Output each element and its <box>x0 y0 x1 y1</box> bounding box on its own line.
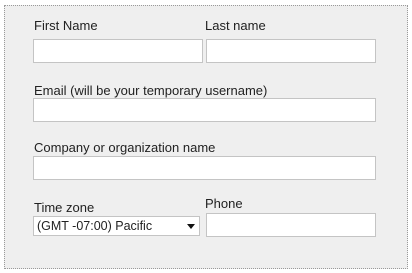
company-input[interactable] <box>33 156 376 180</box>
email-label: Email (will be your temporary username) <box>34 83 268 98</box>
signup-form: First Name Last name Email (will be your… <box>4 5 408 269</box>
first-name-label: First Name <box>34 18 98 33</box>
first-name-input[interactable] <box>33 39 203 63</box>
time-zone-select[interactable]: (GMT -07:00) Pacific <box>33 216 200 236</box>
phone-label: Phone <box>205 196 243 211</box>
time-zone-selected-value: (GMT -07:00) Pacific <box>37 219 153 233</box>
email-input[interactable] <box>33 98 376 122</box>
last-name-label: Last name <box>205 18 266 33</box>
phone-input[interactable] <box>206 213 376 237</box>
dropdown-arrow-icon[interactable] <box>187 224 195 229</box>
last-name-input[interactable] <box>206 39 376 63</box>
company-label: Company or organization name <box>34 140 216 155</box>
time-zone-label: Time zone <box>34 200 95 215</box>
